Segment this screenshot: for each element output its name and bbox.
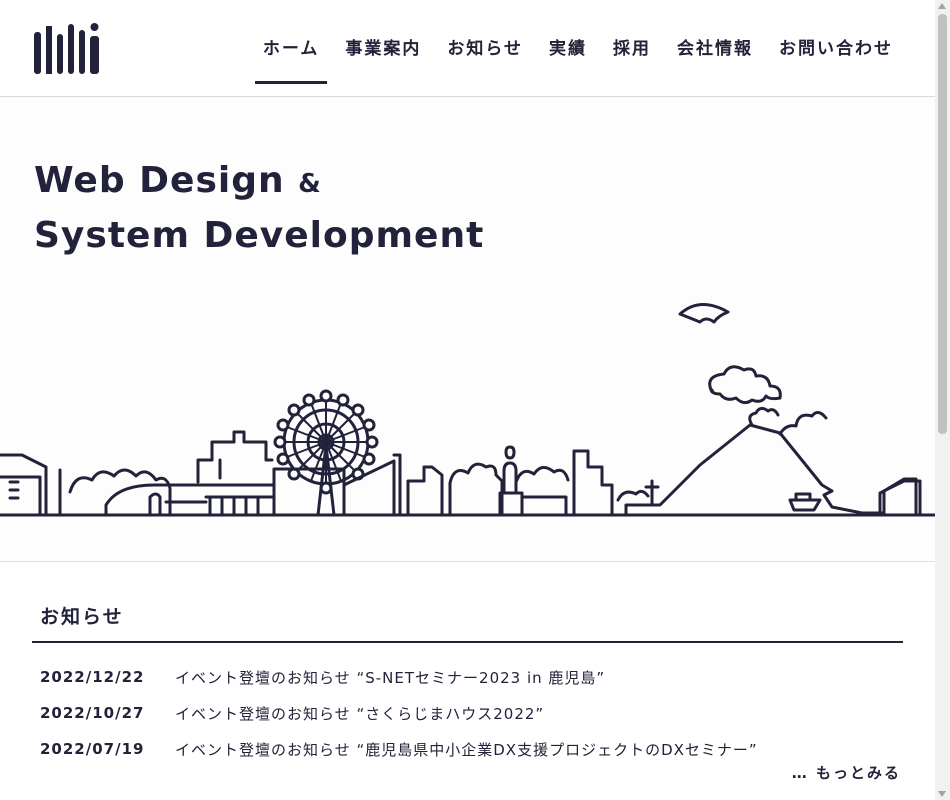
more-link[interactable]: … もっとみる <box>792 762 901 783</box>
hero-line-2: System Development <box>34 215 485 256</box>
scroll-down-arrow-icon[interactable] <box>938 791 946 797</box>
news-item[interactable]: 2022/12/22 イベント登壇のお知らせ “S-NETセミナー2023 in… <box>40 659 895 695</box>
nav-recruit[interactable]: 採用 <box>605 30 659 79</box>
kagoshima-skyline-icon <box>0 303 935 517</box>
hero-amp: & <box>298 169 322 199</box>
scroll-up-arrow-icon[interactable] <box>938 3 946 9</box>
scroll-thumb[interactable] <box>938 14 947 434</box>
news-link[interactable]: イベント登壇のお知らせ “鹿児島県中小企業DX支援プロジェクトのDXセミナー” <box>175 739 758 760</box>
news-list: 2022/12/22 イベント登壇のお知らせ “S-NETセミナー2023 in… <box>32 643 903 767</box>
news-date: 2022/07/19 <box>40 740 145 758</box>
news-date: 2022/12/22 <box>40 668 145 686</box>
news-item[interactable]: 2022/07/19 イベント登壇のお知らせ “鹿児島県中小企業DX支援プロジェ… <box>40 731 895 767</box>
hero-heading: Web Design & System Development <box>34 155 484 262</box>
news-heading: お知らせ <box>32 590 903 643</box>
hero-line-1: Web Design <box>34 160 285 201</box>
main-nav: ホーム 事業案内 お知らせ 実績 採用 会社情報 お問い合わせ <box>245 30 901 84</box>
nav-works[interactable]: 実績 <box>541 30 595 79</box>
site-header: ホーム 事業案内 お知らせ 実績 採用 会社情報 お問い合わせ <box>0 0 935 97</box>
lilli-logo[interactable] <box>32 22 102 74</box>
news-section: お知らせ 2022/12/22 イベント登壇のお知らせ “S-NETセミナー20… <box>32 590 903 782</box>
page-scrollbar[interactable] <box>935 0 950 800</box>
news-date: 2022/10/27 <box>40 704 145 722</box>
nav-company[interactable]: 会社情報 <box>669 30 761 79</box>
nav-home[interactable]: ホーム <box>254 30 328 84</box>
news-link[interactable]: イベント登壇のお知らせ “さくらじまハウス2022” <box>175 703 544 724</box>
news-item[interactable]: 2022/10/27 イベント登壇のお知らせ “さくらじまハウス2022” <box>40 695 895 731</box>
nav-news[interactable]: お知らせ <box>439 30 531 79</box>
nav-services[interactable]: 事業案内 <box>337 30 429 79</box>
news-link[interactable]: イベント登壇のお知らせ “S-NETセミナー2023 in 鹿児島” <box>175 667 605 688</box>
hero-section: Web Design & System Development <box>0 97 935 562</box>
nav-contact[interactable]: お問い合わせ <box>771 30 901 79</box>
